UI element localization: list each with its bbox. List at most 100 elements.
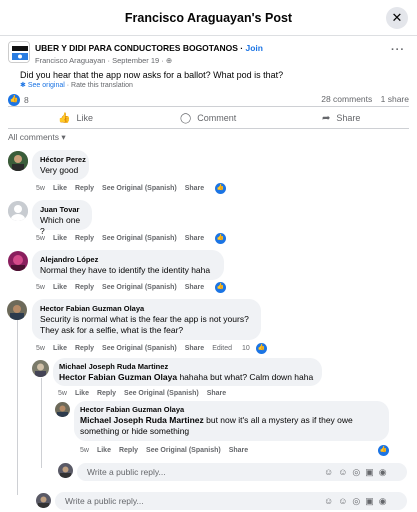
comment-see-original-link[interactable]: See Original (Spanish) <box>102 345 177 352</box>
comment-filter[interactable]: All comments ▾ <box>8 132 66 143</box>
comment-like-count[interactable]: 10 <box>242 345 250 352</box>
reply-actions: 5w Like Reply See Original (Spanish) Share <box>58 390 234 397</box>
comment-like-link[interactable]: Like <box>53 235 67 242</box>
like-reaction-icon[interactable]: 👍 <box>215 233 226 244</box>
sticker-icon[interactable]: ◉ <box>379 496 387 507</box>
divider <box>8 106 409 107</box>
post-stats: 28 comments 1 share <box>321 94 409 104</box>
edited-label: Edited <box>212 345 233 352</box>
reply-like-link[interactable]: Like <box>75 390 89 397</box>
comment-share-link[interactable]: Share <box>185 345 204 352</box>
comment-text: Normal they have to identify the identit… <box>40 265 211 275</box>
comment-actions: 5w Like Reply See Original (Spanish) Share Ed… <box>36 345 252 352</box>
avatar[interactable] <box>55 402 70 417</box>
mention-link[interactable]: Michael Joseph Ruda Martinez <box>80 415 204 425</box>
comment-see-original-link[interactable]: See Original (Spanish) <box>102 235 177 242</box>
post-body: Did you hear that the app now asks for a… <box>20 70 284 80</box>
reply-text: Hector Fabian Guzman Olaya hahaha but wh… <box>59 372 316 383</box>
comment-see-original-link[interactable]: See Original (Spanish) <box>102 185 177 192</box>
avatar[interactable] <box>32 360 49 377</box>
comment-reply-link[interactable]: Reply <box>75 284 94 291</box>
comment-author[interactable]: Héctor Perez <box>40 155 86 165</box>
rate-translation-link[interactable]: · Rate this translation <box>65 82 133 89</box>
reply-author[interactable]: Hector Fabian Guzman Olaya <box>80 405 383 415</box>
reply-reply-link[interactable]: Reply <box>97 390 116 397</box>
camera-icon[interactable]: ◎ <box>352 467 360 478</box>
comments-count[interactable]: 28 comments <box>321 94 372 104</box>
post-dialog-header: Francisco Araguayan's Post ✕ <box>0 0 417 36</box>
share-button[interactable]: ➦ Share <box>322 111 360 125</box>
comment-like-link[interactable]: Like <box>53 284 67 291</box>
group-name-text[interactable]: UBER Y DIDI PARA CONDUCTORES BOGOTANOS <box>35 43 238 53</box>
reply-reply-link[interactable]: Reply <box>119 447 138 454</box>
comment-time[interactable]: 5w <box>36 235 45 242</box>
avatar[interactable] <box>8 151 28 171</box>
comment-share-link[interactable]: Share <box>185 185 204 192</box>
reply-see-original-link[interactable]: See Original (Spanish) <box>124 390 199 397</box>
like-reaction-icon[interactable]: 👍 <box>215 282 226 293</box>
reply-share-link[interactable]: Share <box>207 390 226 397</box>
group-name[interactable]: UBER Y DIDI PARA CONDUCTORES BOGOTANOS ·… <box>35 43 263 53</box>
avatar[interactable] <box>8 251 28 271</box>
more-options-icon[interactable]: ··· <box>391 44 405 56</box>
comment-text: Security is normal what is the fear the … <box>40 314 249 335</box>
reaction-count[interactable]: 8 <box>24 95 29 105</box>
avatar[interactable] <box>8 201 28 221</box>
reply-see-original-link[interactable]: See Original (Spanish) <box>146 447 221 454</box>
comment-bubble: Alejandro López Normal they have to iden… <box>32 250 224 280</box>
comment-reply-link[interactable]: Reply <box>75 185 94 192</box>
comment-actions: 5w Like Reply See Original (Spanish) Share <box>36 235 212 242</box>
globe-icon: ⊕ <box>165 56 173 65</box>
comment-icon: ◯ <box>180 112 192 124</box>
comment-bubble: Juan Tovar Which one ? <box>32 200 92 236</box>
close-icon[interactable]: ✕ <box>386 7 408 29</box>
comment-button[interactable]: ◯ Comment <box>180 111 236 125</box>
see-original-link[interactable]: See original <box>28 82 65 89</box>
emoji-icon[interactable]: ☺ <box>338 496 347 507</box>
reply-time[interactable]: 5w <box>58 390 67 397</box>
divider <box>8 128 409 129</box>
like-reaction-icon[interactable]: 👍 <box>256 343 267 354</box>
comment-author[interactable]: Alejandro López <box>40 255 216 265</box>
reply-time[interactable]: 5w <box>80 447 89 454</box>
comment-filter-label[interactable]: All comments <box>8 132 59 142</box>
reply-share-link[interactable]: Share <box>229 447 248 454</box>
like-reaction-icon[interactable]: 👍 <box>215 183 226 194</box>
reaction-summary[interactable]: 👍 8 <box>8 94 29 106</box>
avatar <box>36 493 51 508</box>
comment-author[interactable]: Hector Fabian Guzman Olaya <box>40 304 253 314</box>
gif-icon[interactable]: ▣ <box>365 467 374 478</box>
group-avatar[interactable] <box>8 41 30 63</box>
like-button[interactable]: 👍 Like <box>58 111 93 125</box>
like-label: Like <box>76 113 93 123</box>
mention-link[interactable]: Hector Fabian Guzman Olaya <box>59 372 177 382</box>
share-icon: ➦ <box>322 112 331 124</box>
comment-time[interactable]: 5w <box>36 284 45 291</box>
gif-icon[interactable]: ▣ <box>365 496 374 507</box>
comment-see-original-link[interactable]: See Original (Spanish) <box>102 284 177 291</box>
join-link[interactable]: Join <box>246 43 263 53</box>
post-author-date[interactable]: Francisco Araguayan · September 19 · <box>35 56 166 65</box>
comment-author[interactable]: Juan Tovar <box>40 205 84 215</box>
comment-share-link[interactable]: Share <box>185 235 204 242</box>
avatar-sticker-icon[interactable]: ☺ <box>324 496 333 507</box>
emoji-icon[interactable]: ☺ <box>338 467 347 478</box>
reply-text: Michael Joseph Ruda Martinez but now it'… <box>80 415 383 437</box>
comment-time[interactable]: 5w <box>36 345 45 352</box>
camera-icon[interactable]: ◎ <box>352 496 360 507</box>
comment-time[interactable]: 5w <box>36 185 45 192</box>
avatar-sticker-icon[interactable]: ☺ <box>324 467 333 478</box>
comment-like-link[interactable]: Like <box>53 185 67 192</box>
comment-share-link[interactable]: Share <box>185 284 204 291</box>
shares-count[interactable]: 1 share <box>381 94 409 104</box>
comment-reply-link[interactable]: Reply <box>75 345 94 352</box>
comment-label: Comment <box>197 113 237 123</box>
sticker-icon[interactable]: ◉ <box>379 467 387 478</box>
like-reaction-icon[interactable]: 👍 <box>378 445 389 456</box>
reply-like-link[interactable]: Like <box>97 447 111 454</box>
comment-like-link[interactable]: Like <box>53 345 67 352</box>
avatar[interactable] <box>7 300 27 320</box>
comment-reply-link[interactable]: Reply <box>75 235 94 242</box>
reply-author[interactable]: Michael Joseph Ruda Martinez <box>59 362 316 372</box>
reply-input-icons: ☺ ☺ ◎ ▣ ◉ <box>324 467 387 478</box>
